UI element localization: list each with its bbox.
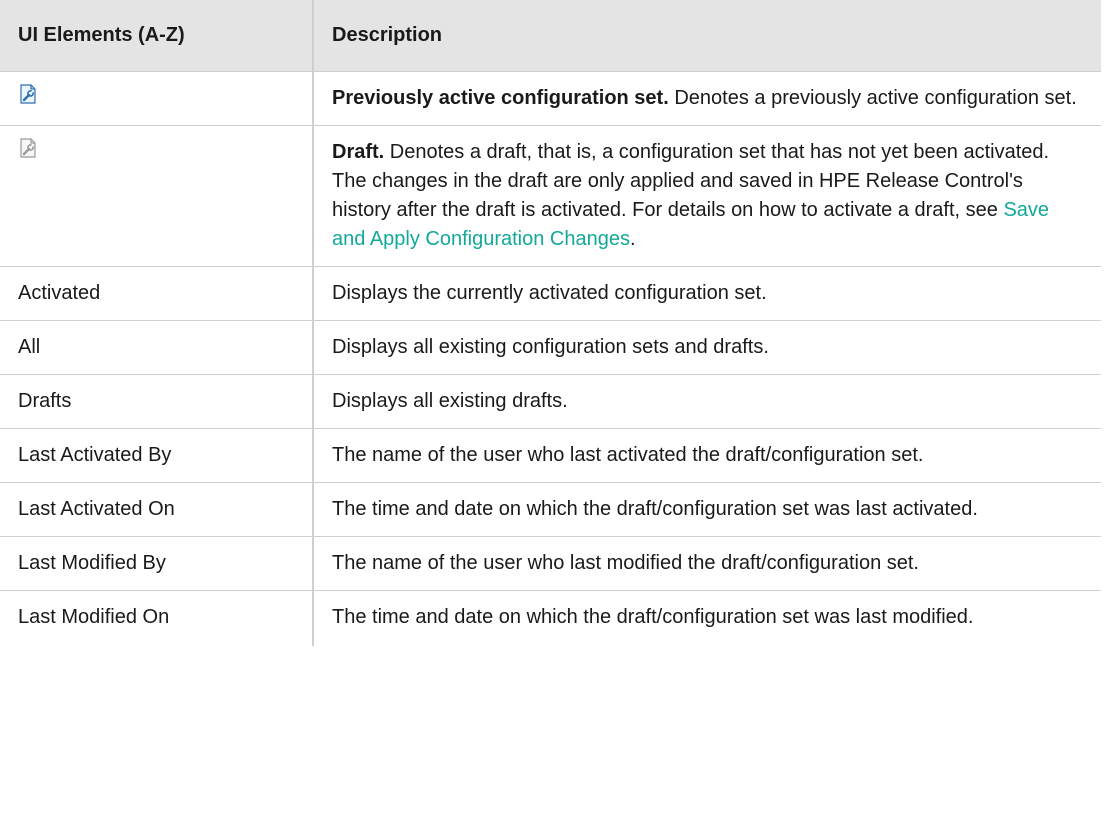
- term-label: Previously active configuration set.: [332, 87, 669, 109]
- ui-element-name: All: [0, 320, 314, 375]
- description-cell: Displays the currently activated configu…: [313, 266, 1101, 321]
- table-row: Last Activated On The time and date on w…: [0, 482, 1101, 537]
- description-cell: The time and date on which the draft/con…: [332, 606, 974, 628]
- table-row: Draft. Denotes a draft, that is, a confi…: [0, 125, 1101, 267]
- description-cell: Draft. Denotes a draft, that is, a confi…: [313, 125, 1101, 267]
- ui-element-name: Last Modified On: [0, 590, 314, 646]
- table-row: Drafts Displays all existing drafts.: [0, 374, 1101, 429]
- ui-element-cell: [0, 125, 314, 267]
- ui-element-name: Drafts: [0, 374, 314, 429]
- table-row: All Displays all existing configuration …: [0, 320, 1101, 375]
- ui-element-name: Activated: [0, 266, 314, 321]
- description-text: Denotes a draft, that is, a configuratio…: [332, 141, 1050, 221]
- previously-active-configuration-set-icon: [18, 84, 38, 104]
- ui-element-name: Last Activated On: [0, 482, 314, 537]
- ui-elements-table: UI Elements (A-Z) Description Previously…: [0, 0, 1101, 646]
- description-text-end: .: [630, 228, 636, 250]
- term-label: Draft.: [332, 141, 385, 163]
- table-row: Activated Displays the currently activat…: [0, 266, 1101, 321]
- description-text: Denotes a previously active configuratio…: [668, 87, 1077, 109]
- table-header-row: UI Elements (A-Z) Description: [0, 0, 1101, 72]
- table-row: Last Activated By The name of the user w…: [0, 428, 1101, 483]
- description-cell: Displays all existing drafts.: [313, 374, 1101, 429]
- description-cell: The name of the user who last modified t…: [313, 536, 1101, 591]
- ui-element-cell: [0, 71, 314, 126]
- ui-element-name: Last Modified By: [0, 536, 314, 591]
- description-cell: The time and date on which the draft/con…: [313, 482, 1101, 537]
- description-cell: Previously active configuration set. Den…: [313, 71, 1101, 126]
- column-header-description: Description: [313, 0, 1101, 72]
- description-cell: Displays all existing configuration sets…: [313, 320, 1101, 375]
- table-row: Previously active configuration set. Den…: [0, 71, 1101, 126]
- table-row: Last Modified By The name of the user wh…: [0, 536, 1101, 591]
- draft-icon: [18, 138, 38, 158]
- column-header-ui-elements: UI Elements (A-Z): [0, 0, 314, 72]
- description-cell: The name of the user who last activated …: [313, 428, 1101, 483]
- table-row: Last Modified On The time and date on wh…: [0, 590, 1101, 646]
- ui-element-name: Last Activated By: [0, 428, 314, 483]
